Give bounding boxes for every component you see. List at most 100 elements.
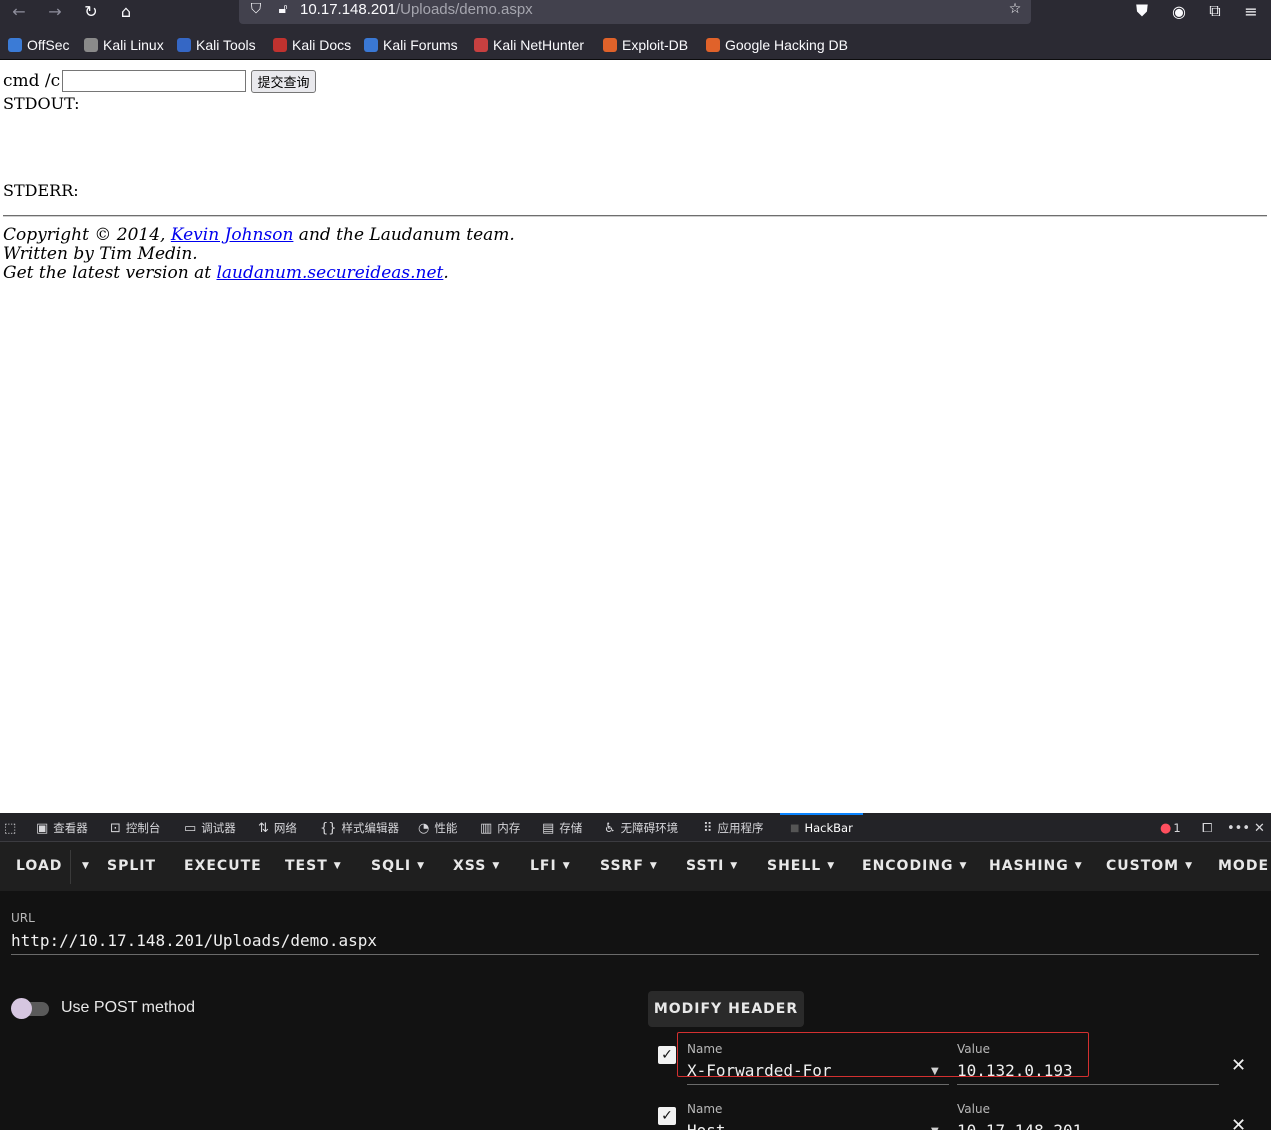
menu-lfi[interactable]: LFI ▼ <box>530 858 571 874</box>
bookmark-kali-nethunter[interactable]: Kali NetHunter <box>474 36 584 54</box>
bookmark-google-hacking-db[interactable]: Google Hacking DB <box>706 36 848 54</box>
header-2-checkbox[interactable]: ✓ <box>658 1107 676 1125</box>
url-text[interactable]: 10.17.148.201/Uploads/demo.aspx <box>300 1 533 18</box>
submit-query-button[interactable]: 提交查询 <box>251 70 316 93</box>
kali-docs-icon <box>273 38 287 52</box>
menu-xss[interactable]: XSS ▼ <box>453 858 500 874</box>
hackbar-menu: LOAD ▼ SPLIT EXECUTE TEST ▼ SQLI ▼ XSS ▼ LF… <box>0 842 1271 891</box>
menu-hashing[interactable]: HASHING ▼ <box>989 858 1083 874</box>
ghdb-icon <box>706 38 720 52</box>
bookmark-label: Kali Linux <box>103 37 164 53</box>
header-2-remove-icon[interactable]: ✕ <box>1231 1115 1246 1130</box>
pocket-icon[interactable]: ⛊ <box>1129 0 1155 22</box>
forward-arrow-icon[interactable]: → <box>42 0 68 22</box>
performance-icon: ◔ <box>418 820 430 836</box>
insecure-lock-icon[interactable]: 🔓︎ <box>274 0 292 18</box>
menu-icon[interactable]: ≡ <box>1238 0 1264 22</box>
laudanum-link[interactable]: laudanum.secureideas.net <box>216 263 443 283</box>
menu-ssrf[interactable]: SSRF ▼ <box>600 858 658 874</box>
highlight-box <box>677 1032 1089 1077</box>
tab-console[interactable]: ⊡ 控制台 <box>110 818 160 838</box>
divider <box>3 215 1267 217</box>
menu-encoding[interactable]: ENCODING ▼ <box>862 858 967 874</box>
tab-label: 性能 <box>434 821 458 835</box>
extensions-icon[interactable]: ⧉ <box>1202 0 1228 22</box>
tab-network[interactable]: ⇅ 网络 <box>258 818 297 838</box>
bookmark-star-icon[interactable]: ☆ <box>1006 0 1024 18</box>
bookmark-exploit-db[interactable]: Exploit-DB <box>603 36 688 54</box>
modify-header-button[interactable]: MODIFY HEADER <box>648 991 804 1027</box>
tab-label: 样式编辑器 <box>341 821 400 835</box>
tab-style-editor[interactable]: {} 样式编辑器 <box>320 818 399 838</box>
tab-label: 内存 <box>497 821 521 835</box>
hackbar-url-input[interactable]: http://10.17.148.201/Uploads/demo.aspx <box>11 931 377 950</box>
menu-xss-label: XSS <box>453 858 487 874</box>
shield-icon[interactable]: ⛉ <box>247 0 265 18</box>
header-2-value-input[interactable]: 10.17.148.201 <box>957 1121 1082 1130</box>
stderr-label: STDERR: <box>3 181 79 200</box>
tab-performance[interactable]: ◔ 性能 <box>418 818 457 838</box>
tab-label: HackBar <box>804 821 853 835</box>
bookmark-label: Google Hacking DB <box>725 37 848 53</box>
post-toggle-knob[interactable] <box>11 998 32 1019</box>
tab-hackbar[interactable]: ■ HackBar <box>790 818 853 838</box>
header-1-checkbox[interactable]: ✓ <box>658 1046 676 1064</box>
tab-accessibility[interactable]: ♿︎ 无障碍环境 <box>604 818 678 838</box>
hackbar-body: URL http://10.17.148.201/Uploads/demo.as… <box>0 891 1271 1130</box>
menu-hashing-label: HASHING <box>989 858 1069 874</box>
copyright-line: Copyright © 2014, Kevin Johnson and the … <box>3 225 515 245</box>
bookmark-kali-tools[interactable]: Kali Tools <box>177 36 256 54</box>
tab-label: 网络 <box>273 821 297 835</box>
kali-forums-icon <box>364 38 378 52</box>
bookmark-offsec[interactable]: OffSec <box>8 36 70 54</box>
menu-mode[interactable]: MODE▼ <box>1218 858 1271 874</box>
application-icon: ⠿ <box>703 820 713 836</box>
home-icon[interactable]: ⌂ <box>113 0 139 22</box>
back-arrow-icon[interactable]: ← <box>6 0 32 22</box>
menu-load[interactable]: LOAD <box>16 858 62 874</box>
menu-test-label: TEST <box>285 858 328 874</box>
url-host: 10.17.148.201 <box>300 1 396 18</box>
dock-side-icon[interactable]: ⧠ <box>1202 818 1212 838</box>
tab-label: 无障碍环境 <box>620 821 679 835</box>
header-2-name-dropdown-icon[interactable]: ▼ <box>931 1126 939 1130</box>
error-count-badge[interactable]: ● 1 <box>1160 818 1181 838</box>
devtools-tabbar: ⬚ ▣ 查看器 ⊡ 控制台 ▭ 调试器 ⇅ 网络 {} 样式编辑器 ◔ 性能 ▥ 内存 ▤ 存储… <box>0 813 1271 842</box>
menu-test[interactable]: TEST ▼ <box>285 858 342 874</box>
more-options-icon[interactable]: ••• <box>1227 818 1250 838</box>
menu-ssti[interactable]: SSTI ▼ <box>686 858 738 874</box>
storage-icon: ▤ <box>542 820 555 836</box>
pick-element-icon[interactable]: ⬚ <box>4 818 16 838</box>
header-2-name-input[interactable]: Host <box>687 1121 726 1130</box>
tab-debugger[interactable]: ▭ 调试器 <box>184 818 236 838</box>
tab-memory[interactable]: ▥ 内存 <box>480 818 520 838</box>
tab-application[interactable]: ⠿ 应用程序 <box>703 818 764 838</box>
bookmark-label: OffSec <box>27 37 70 53</box>
reload-icon[interactable]: ↻ <box>78 0 104 22</box>
account-icon[interactable]: ◉ <box>1166 0 1192 22</box>
bookmark-label: Kali Tools <box>196 37 256 53</box>
menu-ssti-label: SSTI <box>686 858 725 874</box>
kali-dragon-icon <box>84 38 98 52</box>
tab-inspector[interactable]: ▣ 查看器 <box>36 818 88 838</box>
kevin-johnson-link[interactable]: Kevin Johnson <box>171 225 294 245</box>
bookmark-kali-forums[interactable]: Kali Forums <box>364 36 458 54</box>
bookmark-kali-linux[interactable]: Kali Linux <box>84 36 164 54</box>
load-dropdown-icon[interactable]: ▼ <box>76 858 90 874</box>
error-icon: ● <box>1160 820 1172 836</box>
tab-storage[interactable]: ▤ 存储 <box>542 818 582 838</box>
menu-sqli[interactable]: SQLI ▼ <box>371 858 425 874</box>
address-bar[interactable]: ⛉ 🔓︎ 10.17.148.201/Uploads/demo.aspx ☆ <box>239 0 1031 24</box>
header-1-remove-icon[interactable]: ✕ <box>1231 1055 1246 1076</box>
menu-custom[interactable]: CUSTOM ▼ <box>1106 858 1193 874</box>
menu-split[interactable]: SPLIT <box>107 858 156 874</box>
menu-shell[interactable]: SHELL ▼ <box>767 858 835 874</box>
bookmark-kali-docs[interactable]: Kali Docs <box>273 36 351 54</box>
latest-version-line: Get the latest version at laudanum.secur… <box>3 263 449 283</box>
cmd-input[interactable] <box>62 70 246 92</box>
menu-execute[interactable]: EXECUTE <box>184 858 262 874</box>
close-devtools-icon[interactable]: ✕ <box>1254 818 1265 838</box>
bookmark-label: Exploit-DB <box>622 37 689 53</box>
style-editor-icon: {} <box>320 820 337 836</box>
bookmark-label: Kali NetHunter <box>493 37 585 53</box>
